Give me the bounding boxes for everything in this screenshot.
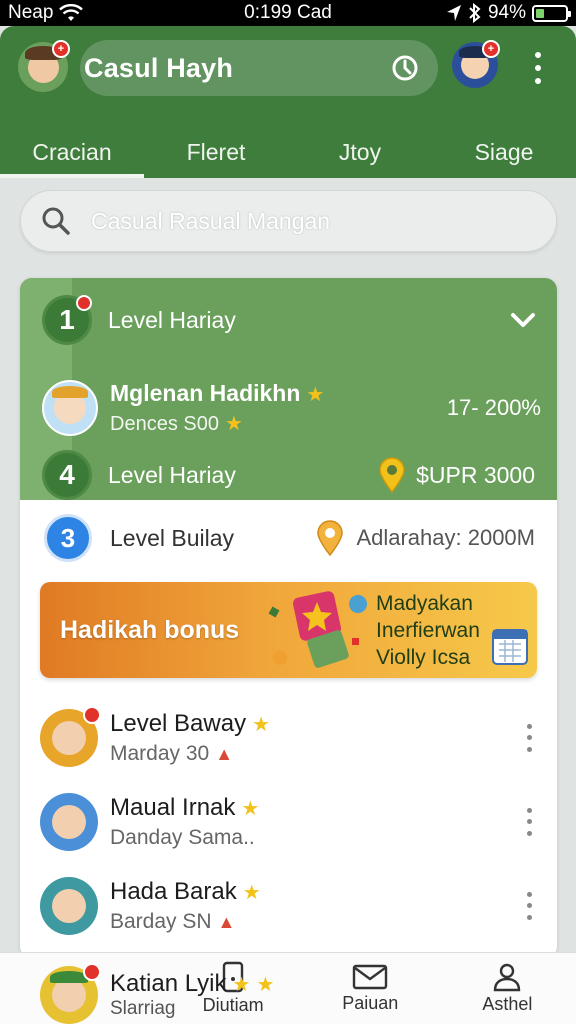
location-pin-icon xyxy=(317,520,344,556)
current-user-avatar xyxy=(40,963,101,1024)
notification-badge: + xyxy=(52,40,70,58)
user-name: Level Baway xyxy=(110,710,247,737)
player-avatar xyxy=(42,380,98,436)
current-user-item[interactable]: Katian Lyik ★ ★ Slarriag xyxy=(40,963,275,1024)
user-sub: Marday 30 xyxy=(110,742,210,765)
bluetooth-icon xyxy=(469,3,481,23)
star-icon: ★ xyxy=(256,974,275,996)
rank-label: Level Hariay xyxy=(108,461,236,488)
player-name: Mglenan Hadikhn xyxy=(110,380,301,406)
nav-asthel[interactable]: Asthel xyxy=(439,953,576,1024)
banner-line-3: Violly Icsa xyxy=(376,646,471,669)
magnifier-icon xyxy=(42,207,70,235)
list-item[interactable]: Hada Barak ★ Barday SN ▲ xyxy=(20,864,557,948)
rank-row-3[interactable]: 3 Level Builay Adlarahay: 2000M xyxy=(20,510,557,566)
friend-avatar[interactable]: + xyxy=(452,40,500,88)
chevron-down-icon[interactable] xyxy=(509,306,537,334)
mail-icon xyxy=(353,964,388,990)
star-icon: ★ xyxy=(224,413,243,435)
user-sub: Barday SN xyxy=(110,910,212,933)
user-avatar xyxy=(40,793,98,851)
rank-row-4[interactable]: 4 Level Hariay $UPR 3000 xyxy=(20,450,557,500)
top-player[interactable]: Mglenan Hadikhn ★ Dences S00 ★ 17- 200% xyxy=(42,370,557,446)
gift-star-icon xyxy=(268,591,367,668)
flame-icon: ▲ xyxy=(215,744,234,764)
person-icon xyxy=(494,963,521,992)
rank-label: Level Hariay xyxy=(108,306,236,333)
more-options-icon[interactable] xyxy=(526,48,550,88)
profile-avatar[interactable]: + xyxy=(18,40,70,92)
user-name: Hada Barak xyxy=(110,878,237,905)
rank-row-1[interactable]: 1 Level Hariay xyxy=(20,294,557,346)
tab-cracian[interactable]: Cracian xyxy=(0,126,144,178)
star-icon: ★ xyxy=(241,798,260,820)
wifi-icon xyxy=(59,4,84,21)
banner-title: Hadikah bonus xyxy=(60,615,240,644)
search-bar xyxy=(20,190,557,252)
user-sub: Danday Sama.. xyxy=(110,826,255,849)
nav-paiuan[interactable]: Paiuan xyxy=(302,953,439,1024)
user-avatar xyxy=(40,706,101,767)
app-title: Casul Hayh xyxy=(84,52,234,83)
star-icon: ★ xyxy=(242,882,261,904)
star-icon: ★ xyxy=(306,384,325,406)
current-user-sub: Slarriag xyxy=(110,998,176,1019)
location-pin-icon xyxy=(379,457,405,493)
carrier-label: Neap xyxy=(8,2,54,23)
more-options-icon[interactable] xyxy=(517,889,541,923)
status-bar: Neap 0:199 Cad 94% xyxy=(0,0,576,26)
search-input[interactable] xyxy=(91,207,536,235)
leaderboard-card: 1 Level Hariay Mglenan Hadikhn ★ Dences S… xyxy=(20,278,557,958)
star-icon: ★ xyxy=(252,714,271,736)
tab-fleret[interactable]: Fleret xyxy=(144,126,288,178)
rank-badge: 4 xyxy=(42,450,92,500)
rank-label: Level Builay xyxy=(110,524,235,551)
banner-line-2: Inerfierwan xyxy=(376,619,480,642)
player-sub: Dences S00 xyxy=(110,413,219,435)
nav-label: Paiuan xyxy=(342,993,399,1013)
search-icon[interactable] xyxy=(388,51,422,85)
rank-value: Adlarahay: 2000M xyxy=(356,525,535,550)
clock: 0:199 Cad xyxy=(244,2,332,23)
bonus-banner[interactable]: Hadikah bonus Madyakan Inerfierwan Violl… xyxy=(40,582,537,678)
prize-amount: $UPR 3000 xyxy=(416,461,535,488)
tab-jtoy[interactable]: Jtoy xyxy=(288,126,432,178)
tab-siage[interactable]: Siage xyxy=(432,126,576,178)
calendar-icon xyxy=(492,629,528,665)
app-header: + Casul Hayh + Cracian Fleret Jtoy Siage xyxy=(0,26,576,178)
star-icon: ★ xyxy=(232,974,251,996)
battery-percent: 94% xyxy=(487,2,526,23)
list-item[interactable]: Maual Irnak ★ Danday Sama.. xyxy=(20,780,557,864)
more-options-icon[interactable] xyxy=(517,721,541,755)
list-item[interactable]: Level Baway ★ Marday 30 ▲ xyxy=(20,696,557,780)
battery-icon xyxy=(532,4,571,22)
location-arrow-icon xyxy=(446,5,461,21)
more-options-icon[interactable] xyxy=(517,805,541,839)
tab-bar: Cracian Fleret Jtoy Siage xyxy=(0,126,576,178)
title-pill: Casul Hayh xyxy=(80,40,438,96)
nav-label: Asthel xyxy=(482,994,533,1014)
banner-line-1: Madyakan xyxy=(376,592,473,615)
flame-icon: ▲ xyxy=(217,912,236,932)
friend-badge: + xyxy=(482,40,500,58)
current-user-name: Katian Lyik xyxy=(110,970,227,997)
user-avatar xyxy=(40,877,98,935)
user-name: Maual Irnak xyxy=(110,794,236,821)
player-percent: 17- 200% xyxy=(446,395,541,420)
rank-badge: 1 xyxy=(42,295,92,345)
rank-badge: 3 xyxy=(44,514,92,562)
